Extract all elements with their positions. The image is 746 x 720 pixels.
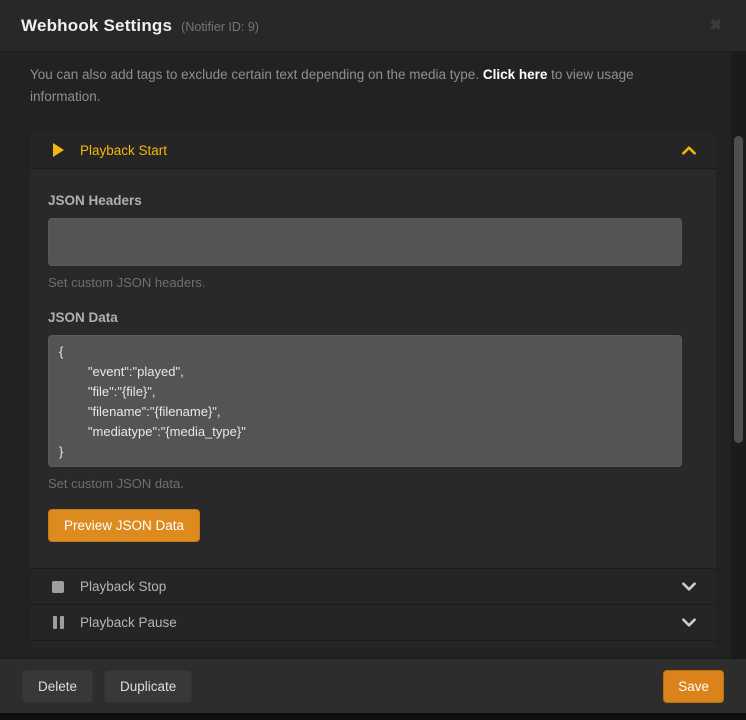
- json-data-label: JSON Data: [48, 310, 696, 325]
- notifier-id-subtitle: (Notifier ID: 9): [181, 20, 259, 34]
- page-backdrop: [0, 713, 746, 720]
- section-playback-pause[interactable]: Playback Pause: [30, 604, 716, 640]
- modal-scrollbar-thumb[interactable]: [734, 136, 743, 443]
- modal-footer: Delete Duplicate Save: [0, 658, 746, 713]
- save-button[interactable]: Save: [663, 670, 724, 703]
- json-headers-input[interactable]: [48, 218, 682, 266]
- json-data-input[interactable]: { "event":"played", "file":"{file}", "fi…: [48, 335, 682, 467]
- webhook-settings-modal: Webhook Settings (Notifier ID: 9) ✖ You …: [0, 0, 746, 720]
- notification-triggers-accordion: Playback Start JSON Headers Set custom J…: [30, 132, 716, 648]
- stop-icon: [50, 581, 66, 593]
- preview-json-data-button[interactable]: Preview JSON Data: [48, 509, 200, 542]
- modal-title: Webhook Settings: [21, 16, 172, 36]
- chevron-down-icon: [682, 618, 696, 627]
- json-headers-help: Set custom JSON headers.: [48, 275, 696, 290]
- modal-scrollbar-track[interactable]: [731, 52, 746, 658]
- playback-start-panel: JSON Headers Set custom JSON headers. JS…: [30, 168, 716, 568]
- section-label: Playback Stop: [80, 579, 166, 594]
- intro-text: You can also add tags to exclude certain…: [30, 64, 700, 108]
- duplicate-button[interactable]: Duplicate: [104, 670, 192, 703]
- json-data-help: Set custom JSON data.: [48, 476, 696, 491]
- json-headers-label: JSON Headers: [48, 193, 696, 208]
- pause-icon: [50, 616, 66, 629]
- intro-text-before: You can also add tags to exclude certain…: [30, 67, 483, 82]
- chevron-up-icon: [682, 146, 696, 155]
- close-icon[interactable]: ✖: [705, 14, 726, 37]
- next-section-clipped: [30, 640, 716, 648]
- modal-body: You can also add tags to exclude certain…: [0, 52, 746, 658]
- click-here-link[interactable]: Click here: [483, 67, 548, 82]
- delete-button[interactable]: Delete: [22, 670, 93, 703]
- section-playback-stop[interactable]: Playback Stop: [30, 568, 716, 604]
- modal-header: Webhook Settings (Notifier ID: 9) ✖: [0, 0, 746, 52]
- play-icon: [50, 143, 66, 157]
- section-playback-start[interactable]: Playback Start: [30, 132, 716, 168]
- chevron-down-icon: [682, 582, 696, 591]
- section-label: Playback Pause: [80, 615, 177, 630]
- section-label: Playback Start: [80, 143, 167, 158]
